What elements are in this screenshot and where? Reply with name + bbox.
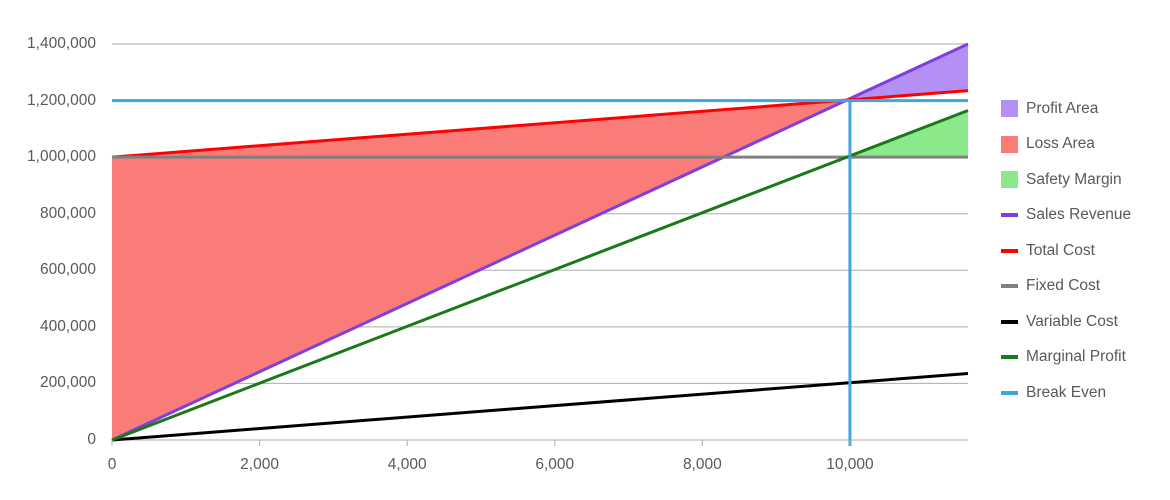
y-axis-tick-label: 400,000 — [39, 317, 96, 335]
legend-line-stroke — [1001, 248, 1018, 253]
chart-plot-area — [111, 42, 969, 446]
legend-line-stroke — [1001, 213, 1018, 218]
legend-swatch-icon — [1001, 100, 1018, 118]
legend-line-icon — [1001, 242, 1018, 259]
legend-item-marginal-profit[interactable]: Marginal Profit — [1001, 340, 1169, 376]
legend-line-icon — [1001, 278, 1018, 295]
legend-item-label: Profit Area — [1026, 99, 1099, 117]
legend-line-stroke — [1001, 355, 1018, 360]
y-axis-tick-label: 0 — [87, 431, 96, 448]
legend-item-label: Safety Margin — [1026, 170, 1122, 188]
legend-item-break-even[interactable]: Break Even — [1001, 375, 1169, 411]
legend-item-profit-area[interactable]: Profit Area — [1001, 91, 1169, 127]
legend-line-icon — [1001, 313, 1018, 330]
legend-item-label: Marginal Profit — [1026, 348, 1126, 366]
y-axis-tick-label: 800,000 — [39, 204, 96, 222]
legend-swatch-icon — [1001, 171, 1018, 189]
legend-item-sales-revenue[interactable]: Sales Revenue — [1001, 198, 1169, 234]
legend-item-label: Sales Revenue — [1026, 206, 1132, 224]
legend-item-total-cost[interactable]: Total Cost — [1001, 233, 1169, 269]
legend-line-icon — [1001, 207, 1018, 224]
x-axis-tick-label: 6,000 — [535, 456, 575, 473]
legend-line-icon — [1001, 349, 1018, 366]
legend-item-label: Break Even — [1026, 383, 1107, 401]
legend-line-stroke — [1001, 390, 1018, 395]
legend-item-loss-area[interactable]: Loss Area — [1001, 127, 1169, 163]
legend-item-variable-cost[interactable]: Variable Cost — [1001, 304, 1169, 340]
x-axis-tick-label: 0 — [107, 456, 117, 473]
x-axis-tick-label: 10,000 — [826, 456, 874, 473]
y-axis-tick-label: 1,400,000 — [27, 35, 96, 52]
legend-item-label: Total Cost — [1026, 241, 1095, 259]
y-axis-tick-label: 600,000 — [39, 261, 96, 279]
legend-item-safety-margin[interactable]: Safety Margin — [1001, 162, 1169, 198]
legend-item-label: Variable Cost — [1026, 312, 1118, 330]
legend-item-label: Loss Area — [1026, 135, 1095, 153]
x-axis-tick-label: 8,000 — [682, 456, 722, 473]
legend-line-stroke — [1001, 319, 1018, 324]
chart-legend: Profit Area Loss Area Safety Margin Sales R… — [1001, 91, 1169, 411]
x-axis-ticks — [111, 440, 851, 446]
legend-swatch-icon — [1001, 135, 1018, 153]
x-axis-tick-label: 4,000 — [387, 456, 427, 473]
legend-line-stroke — [1001, 284, 1018, 289]
y-axis-tick-label: 200,000 — [39, 374, 96, 392]
y-axis-tick-label: 1,200,000 — [27, 91, 96, 109]
break-even-chart: 1,400,000 1,200,000 1,000,000 800,000 600,00… — [0, 0, 1170, 500]
y-axis-tick-label: 1,000,000 — [27, 148, 96, 166]
x-axis-tick-label: 2,000 — [240, 456, 279, 473]
legend-line-icon — [1001, 384, 1018, 401]
legend-item-label: Fixed Cost — [1026, 277, 1101, 295]
legend-item-fixed-cost[interactable]: Fixed Cost — [1001, 269, 1169, 305]
